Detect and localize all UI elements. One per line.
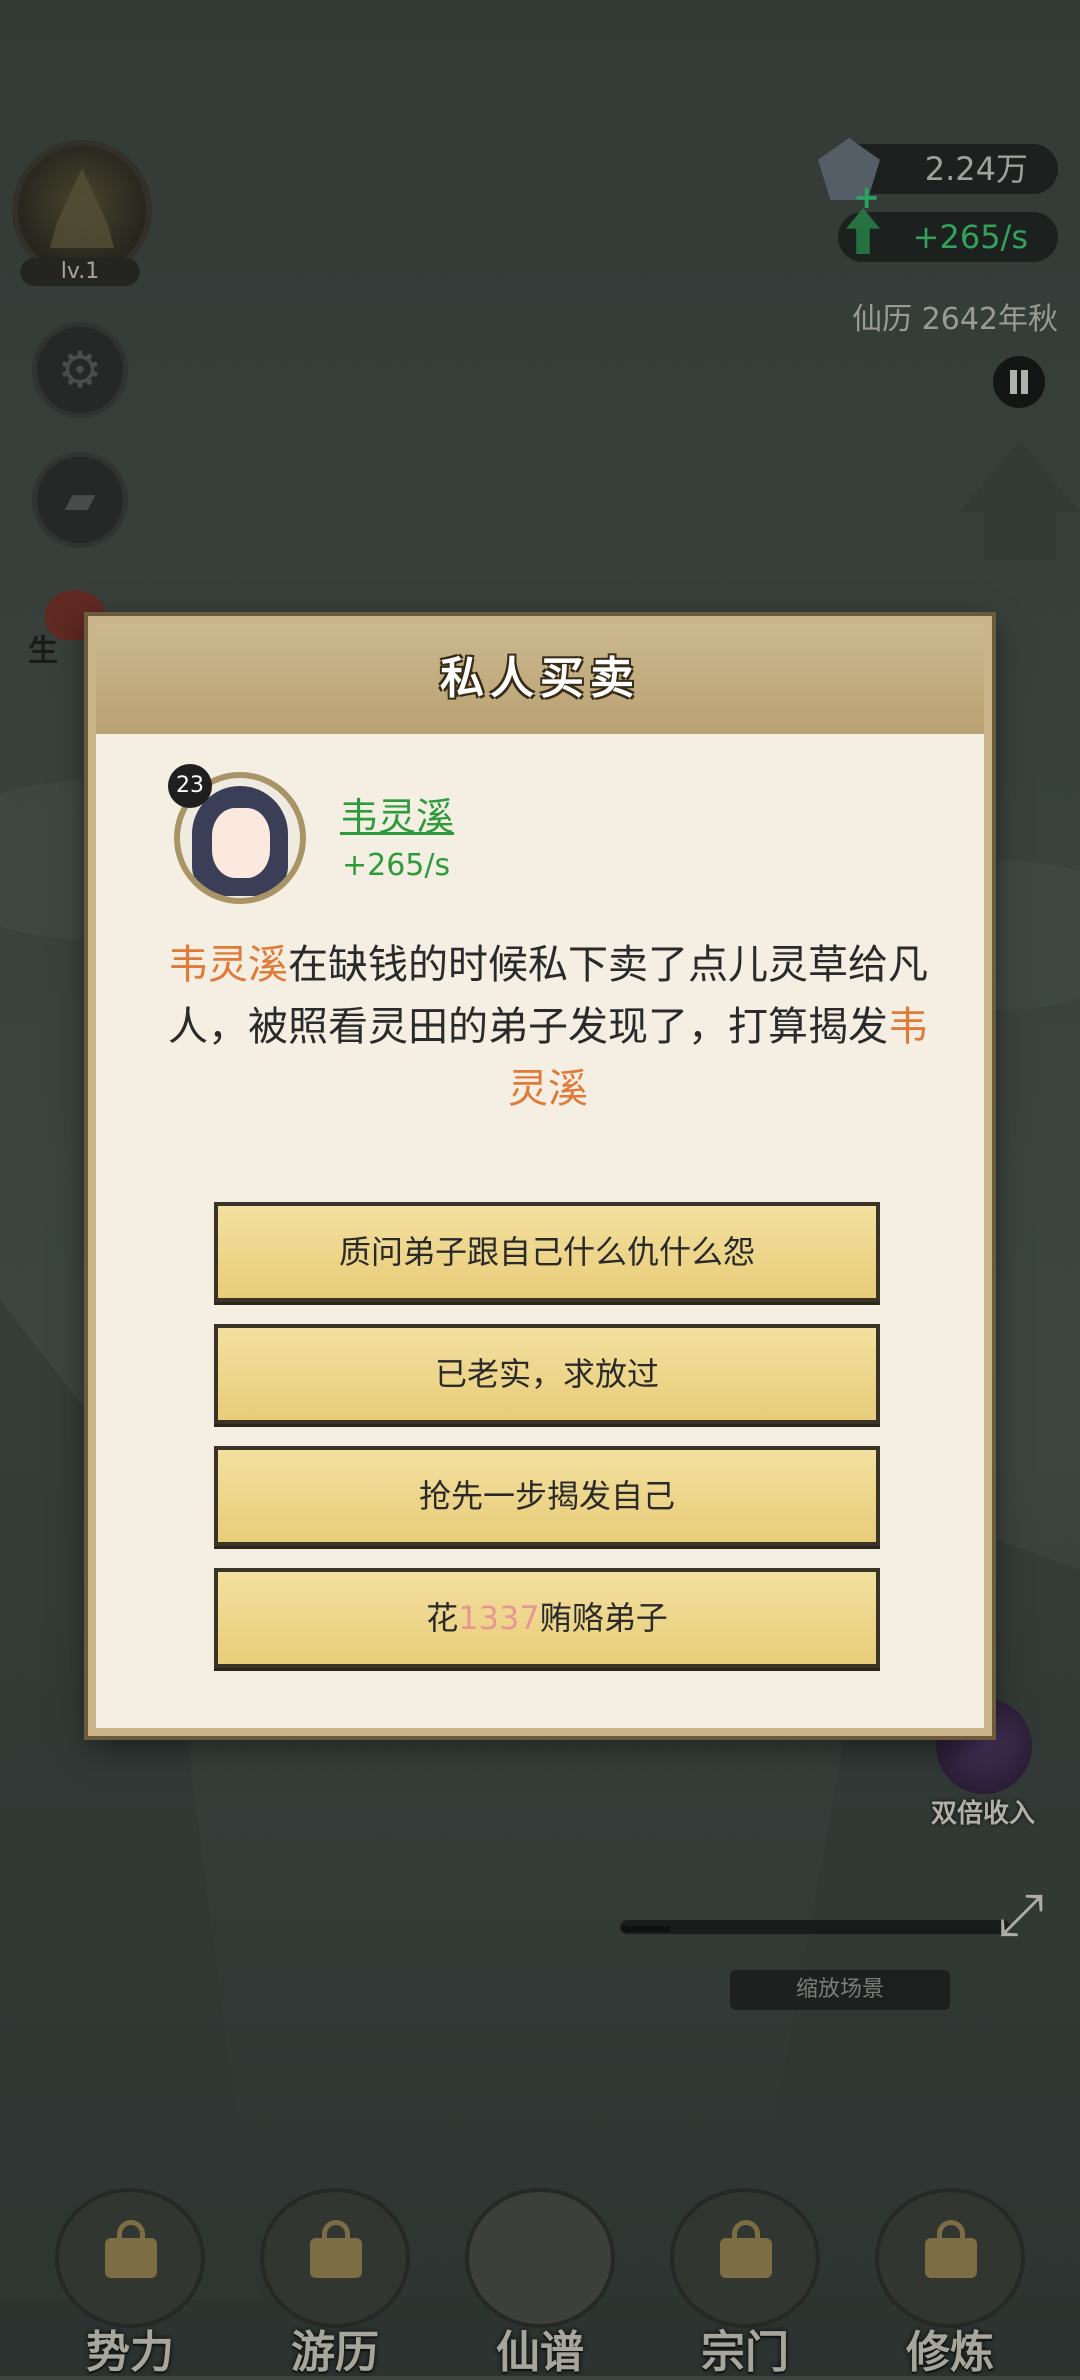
bribe-amount: 1337 xyxy=(458,1599,540,1637)
option-label-suffix: 贿赂弟子 xyxy=(539,1599,668,1637)
event-dialog: 私人买卖 23 韦灵溪 +265/s 韦灵溪在缺钱的时候私下卖了点儿灵草给凡人，… xyxy=(88,616,992,1736)
character-age-badge: 23 xyxy=(168,764,212,808)
option-beg-mercy[interactable]: 已老实，求放过 xyxy=(214,1324,880,1424)
option-label: 质问弟子跟自己什么仇什么怨 xyxy=(338,1233,755,1271)
option-bribe-disciple[interactable]: 花1337贿赂弟子 xyxy=(214,1568,880,1668)
character-rate: +265/s xyxy=(342,848,451,883)
dialog-title: 私人买卖 xyxy=(440,653,640,704)
option-question-disciple[interactable]: 质问弟子跟自己什么仇什么怨 xyxy=(214,1202,880,1302)
highlighted-name: 韦灵溪 xyxy=(168,942,288,988)
character-name[interactable]: 韦灵溪 xyxy=(340,786,454,841)
event-description: 韦灵溪在缺钱的时候私下卖了点儿灵草给凡人，被照看灵田的弟子发现了，打算揭发韦灵溪 xyxy=(156,934,940,1120)
portrait-face xyxy=(212,808,270,878)
option-label: 抢先一步揭发自己 xyxy=(418,1477,675,1515)
option-label: 已老实，求放过 xyxy=(434,1355,659,1393)
option-self-report[interactable]: 抢先一步揭发自己 xyxy=(214,1446,880,1546)
option-label-prefix: 花 xyxy=(426,1599,459,1637)
